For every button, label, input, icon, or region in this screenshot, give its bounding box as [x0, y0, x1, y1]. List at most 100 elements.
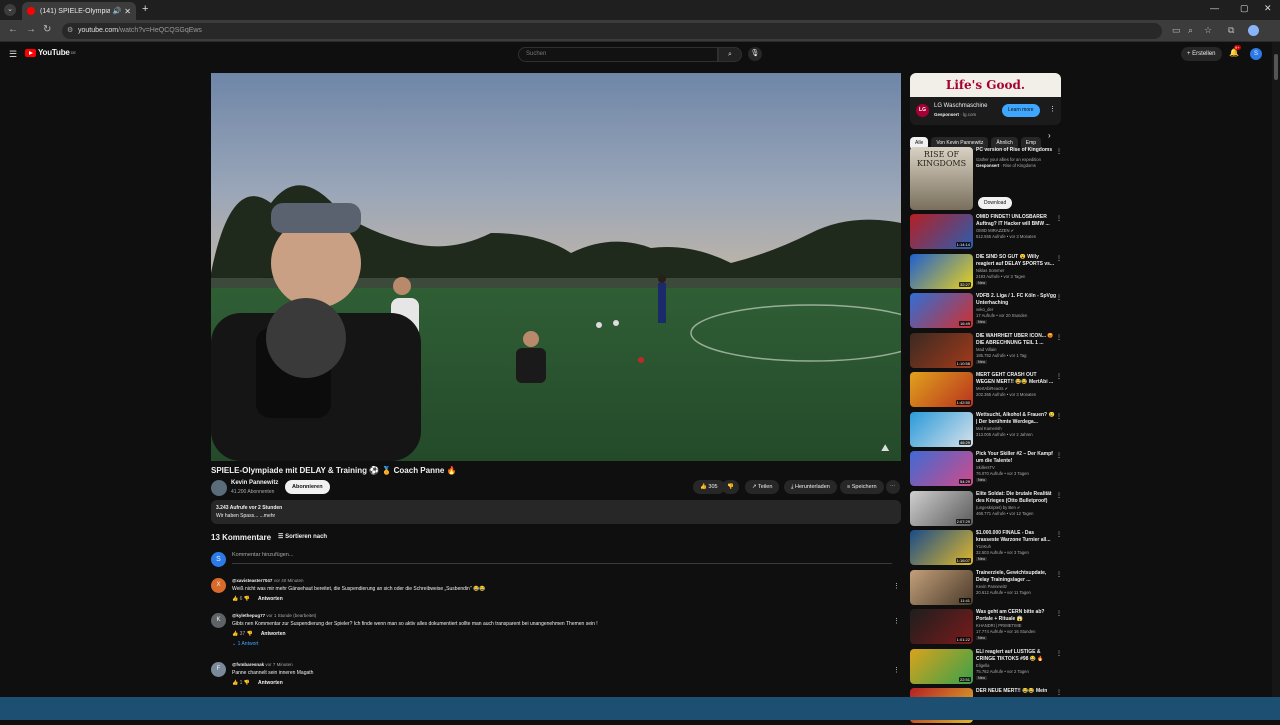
video-title-link[interactable]: VDFB 2. Liga / 1. FC Köln - SpVgg Unterh…: [976, 293, 1056, 306]
video-channel[interactable]: Y1nKuh: [976, 544, 991, 549]
video-thumbnail[interactable]: 1:16:07: [910, 530, 973, 565]
voice-search-button[interactable]: 🎙: [748, 47, 762, 61]
video-thumbnail[interactable]: 1:14:14: [910, 214, 973, 249]
video-menu-icon[interactable]: ⋮: [1056, 531, 1062, 538]
reply-button[interactable]: Antworten: [258, 680, 283, 686]
comment-author[interactable]: @kylethepug77: [232, 613, 265, 618]
page-scrollbar[interactable]: [1272, 42, 1280, 697]
browser-profile-avatar[interactable]: [1248, 25, 1259, 36]
video-title-link[interactable]: DIE WAHRHEIT ÜBER ICON... 😡 DIE ABRECHNU…: [976, 333, 1056, 346]
notifications-button[interactable]: 🔔 9+: [1229, 45, 1241, 57]
video-thumbnail[interactable]: 32:27: [910, 254, 973, 289]
video-menu-icon[interactable]: ⋮: [1056, 373, 1062, 380]
video-title-link[interactable]: MERT GEHT CRASH OUT WEGEN MERT!! 😂😂 Mert…: [976, 372, 1056, 385]
share-button[interactable]: ↗ Teilen: [745, 480, 780, 494]
video-menu-icon[interactable]: ⋮: [1056, 492, 1062, 499]
comment-avatar[interactable]: F: [211, 662, 226, 677]
comment-dislike-icon[interactable]: 👎: [244, 680, 250, 686]
cast-icon[interactable]: ▭: [1172, 25, 1181, 36]
related-video-item[interactable]: 46:29 Wettsucht, Alkohol & Frauen? 😢 | De…: [910, 412, 1065, 449]
video-channel[interactable]: Mad Villain: [976, 347, 996, 352]
promo-menu-icon[interactable]: ⋮: [1056, 148, 1062, 155]
sort-comments-button[interactable]: ☰ Sortieren nach: [278, 533, 327, 540]
account-avatar[interactable]: S: [1250, 48, 1262, 60]
ad-menu-icon[interactable]: ⋮: [1049, 105, 1056, 113]
video-channel[interactable]: Mal Kamerish: [976, 426, 1002, 431]
ad-title[interactable]: LG Waschmaschine: [934, 103, 987, 109]
comment-like-icon[interactable]: 👍: [232, 631, 238, 637]
related-video-item[interactable]: 1:14:14 OMID FINDET! UNLÖSBARER Auftrag? …: [910, 214, 1065, 251]
video-title-link[interactable]: Pick Your Skiller #2 – Der Kampf um die …: [976, 451, 1056, 464]
video-menu-icon[interactable]: ⋮: [1056, 650, 1062, 657]
browser-tab-active[interactable]: (141) SPIELE-Olympiade mit 🔊 ✕: [22, 2, 136, 20]
video-channel[interactable]: (ungeskriptet) by Ben ✔: [976, 505, 1020, 510]
video-thumbnail[interactable]: 1:01:22: [910, 609, 973, 644]
video-thumbnail[interactable]: 1:10:58: [910, 333, 973, 368]
video-channel[interactable]: KHANDRI | PRIMETIME: [976, 623, 1022, 628]
comment-like-icon[interactable]: 👍: [232, 596, 238, 602]
zoom-icon[interactable]: ⌕: [1188, 25, 1193, 36]
youtube-logo[interactable]: YouTube DE: [25, 48, 76, 57]
dislike-button[interactable]: 👎: [722, 480, 739, 494]
forward-arrow-icon[interactable]: →: [26, 24, 36, 35]
comment-avatar[interactable]: K: [211, 613, 226, 628]
promo-title[interactable]: PC version of Rise of Kingdoms: [976, 147, 1056, 154]
video-channel[interactable]: Kevin Pannewitz: [976, 584, 1007, 589]
comment-author[interactable]: @xavisteaster7047: [232, 578, 272, 583]
video-menu-icon[interactable]: ⋮: [1056, 294, 1062, 301]
video-thumbnail[interactable]: 11:41: [910, 570, 973, 605]
comment-avatar[interactable]: X: [211, 578, 226, 593]
comment-author[interactable]: @fvmbaresnak: [232, 662, 264, 667]
reload-icon[interactable]: ↻: [43, 24, 51, 35]
video-title-link[interactable]: DER NEUE MERT!! 😂😂 Mein: [976, 688, 1056, 695]
video-thumbnail[interactable]: 1:42:50: [910, 372, 973, 407]
related-video-item[interactable]: 32:27 DIE SIND SO GUT 😮 Willy reagiert au…: [910, 254, 1065, 291]
promo-download-button[interactable]: Download: [978, 197, 1013, 209]
ad-banner[interactable]: Life's Good.: [910, 73, 1061, 97]
video-title-link[interactable]: ELI reagiert auf LUSTIGE & CRINGE TIKTOK…: [976, 649, 1056, 662]
show-replies-button[interactable]: ⌄ 1 Antwort: [232, 641, 258, 647]
bookmark-star-icon[interactable]: ☆: [1204, 25, 1212, 36]
scrollbar-thumb[interactable]: [1274, 54, 1278, 80]
site-info-icon[interactable]: ⚙: [67, 23, 73, 39]
comment-menu-icon[interactable]: ⋮: [893, 617, 900, 625]
close-window-button[interactable]: ✕: [1264, 3, 1272, 14]
add-comment-input[interactable]: Kommentar hinzufügen...: [232, 552, 892, 564]
video-title-link[interactable]: Trainerziele, Gewichtsupdate, Delay Trai…: [976, 570, 1056, 583]
video-title-link[interactable]: OMID FINDET! UNLÖSBARER Auftrag? IT Hack…: [976, 214, 1056, 227]
tab-search-icon[interactable]: ⌄: [4, 4, 16, 16]
video-thumbnail[interactable]: 54:29: [910, 451, 973, 486]
audio-playing-icon[interactable]: 🔊: [113, 7, 122, 15]
comment-menu-icon[interactable]: ⋮: [893, 666, 900, 674]
reply-button[interactable]: Antworten: [261, 631, 286, 637]
promo-thumbnail[interactable]: RISE OF KINGDOMS: [910, 147, 973, 210]
video-menu-icon[interactable]: ⋮: [1056, 452, 1062, 459]
video-menu-icon[interactable]: ⋮: [1056, 255, 1062, 262]
video-menu-icon[interactable]: ⋮: [1056, 215, 1062, 222]
video-thumbnail[interactable]: 2:07:29: [910, 491, 973, 526]
video-title-link[interactable]: Wettsucht, Alkohol & Frauen? 😢 | Der ber…: [976, 412, 1056, 425]
minimize-button[interactable]: —: [1210, 3, 1219, 13]
back-arrow-icon[interactable]: ←: [8, 24, 18, 35]
search-input[interactable]: Suchen: [518, 47, 718, 62]
save-button[interactable]: ≡ Speichern: [840, 480, 884, 494]
related-video-item[interactable]: 54:29 Pick Your Skiller #2 – Der Kampf um…: [910, 451, 1065, 488]
video-thumbnail[interactable]: 22:51: [910, 649, 973, 684]
video-menu-icon[interactable]: ⋮: [1056, 571, 1062, 578]
maximize-button[interactable]: ▢: [1240, 3, 1249, 14]
comment-dislike-icon[interactable]: 👎: [244, 596, 250, 602]
related-video-item[interactable]: 1:10:58 DIE WAHRHEIT ÜBER ICON... 😡 DIE A…: [910, 333, 1065, 370]
more-actions-button[interactable]: ⋯: [886, 480, 900, 494]
related-video-item[interactable]: 22:51 ELI reagiert auf LUSTIGE & CRINGE T…: [910, 649, 1065, 686]
related-video-item[interactable]: 1:42:50 MERT GEHT CRASH OUT WEGEN MERT!! …: [910, 372, 1065, 409]
video-channel[interactable]: Niklas Sommer: [976, 268, 1004, 273]
video-channel[interactable]: MertAbiReacts ✔: [976, 386, 1008, 391]
video-channel[interactable]: Eligella: [976, 663, 990, 668]
video-title-link[interactable]: Elite Soldat: Die brutale Realität des K…: [976, 491, 1056, 504]
related-video-item[interactable]: 16:49 VDFB 2. Liga / 1. FC Köln - SpVgg U…: [910, 293, 1065, 330]
video-title-link[interactable]: $1.000.000 FINALE - Das krasseste Warzon…: [976, 530, 1056, 543]
comment-dislike-icon[interactable]: 👎: [247, 631, 253, 637]
related-video-item[interactable]: 1:01:22 Was geht am CERN bitte ab? Portal…: [910, 609, 1065, 646]
tab-close-icon[interactable]: ✕: [124, 7, 131, 16]
video-channel[interactable]: OMID MIRAZZEN ✔: [976, 228, 1014, 233]
